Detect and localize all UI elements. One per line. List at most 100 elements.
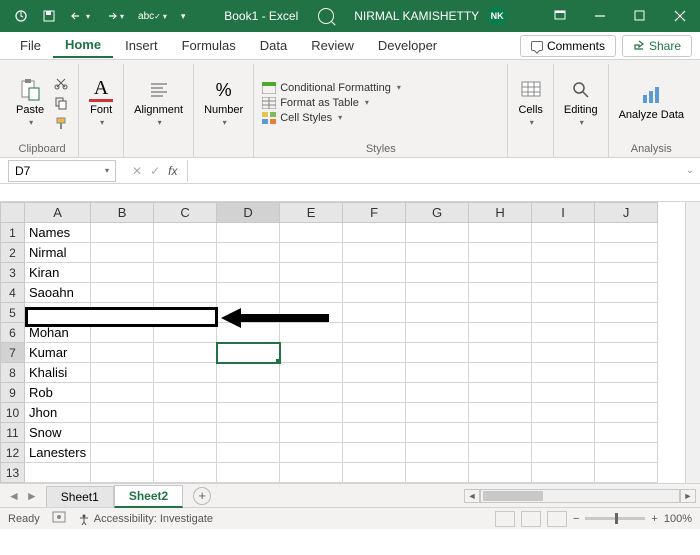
- new-sheet-button[interactable]: +: [193, 487, 211, 505]
- cell-I3[interactable]: [532, 263, 595, 283]
- cell-G7[interactable]: [406, 343, 469, 363]
- maximize-button[interactable]: [620, 0, 660, 32]
- cell-D3[interactable]: [217, 263, 280, 283]
- cell-E1[interactable]: [280, 223, 343, 243]
- cell-A2[interactable]: Nirmal: [25, 243, 91, 263]
- cell-C10[interactable]: [154, 403, 217, 423]
- cell-D9[interactable]: [217, 383, 280, 403]
- cell-J2[interactable]: [595, 243, 658, 263]
- cell-A9[interactable]: Rob: [25, 383, 91, 403]
- spellcheck-button[interactable]: abc✓▾: [132, 7, 173, 26]
- cell-C1[interactable]: [154, 223, 217, 243]
- cell-F5[interactable]: [343, 303, 406, 323]
- cell-D4[interactable]: [217, 283, 280, 303]
- cell-I11[interactable]: [532, 423, 595, 443]
- sheet-tab-sheet1[interactable]: Sheet1: [46, 486, 114, 507]
- cell-H5[interactable]: [469, 303, 532, 323]
- cell-D7[interactable]: [217, 343, 280, 363]
- cell-E2[interactable]: [280, 243, 343, 263]
- undo-button[interactable]: ▾: [64, 7, 96, 25]
- select-all-corner[interactable]: [1, 203, 25, 223]
- cell-C12[interactable]: [154, 443, 217, 463]
- cell-G9[interactable]: [406, 383, 469, 403]
- font-button[interactable]: A Font▾: [87, 76, 115, 129]
- column-header-C[interactable]: C: [154, 203, 217, 223]
- tab-home[interactable]: Home: [53, 33, 113, 58]
- cell-E7[interactable]: [280, 343, 343, 363]
- cell-H11[interactable]: [469, 423, 532, 443]
- cell-F1[interactable]: [343, 223, 406, 243]
- row-header-9[interactable]: 9: [1, 383, 25, 403]
- column-header-I[interactable]: I: [532, 203, 595, 223]
- qat-customize[interactable]: ▾: [175, 7, 192, 26]
- alignment-button[interactable]: Alignment▾: [132, 76, 185, 129]
- search-icon[interactable]: [318, 8, 334, 24]
- cell-F11[interactable]: [343, 423, 406, 443]
- cell-I8[interactable]: [532, 363, 595, 383]
- cell-A13[interactable]: [25, 463, 91, 483]
- cell-B11[interactable]: [91, 423, 154, 443]
- tab-file[interactable]: File: [8, 34, 53, 57]
- cell-I6[interactable]: [532, 323, 595, 343]
- cell-D12[interactable]: [217, 443, 280, 463]
- zoom-in[interactable]: +: [651, 513, 657, 525]
- cell-F7[interactable]: [343, 343, 406, 363]
- cell-F12[interactable]: [343, 443, 406, 463]
- tab-insert[interactable]: Insert: [113, 34, 170, 57]
- cell-E10[interactable]: [280, 403, 343, 423]
- column-header-G[interactable]: G: [406, 203, 469, 223]
- cell-A4[interactable]: Saoahn: [25, 283, 91, 303]
- cancel-formula-icon[interactable]: ✕: [132, 164, 142, 178]
- number-button[interactable]: % Number▾: [202, 76, 245, 129]
- cell-G4[interactable]: [406, 283, 469, 303]
- row-header-11[interactable]: 11: [1, 423, 25, 443]
- cell-G6[interactable]: [406, 323, 469, 343]
- cell-H7[interactable]: [469, 343, 532, 363]
- column-header-H[interactable]: H: [469, 203, 532, 223]
- row-header-10[interactable]: 10: [1, 403, 25, 423]
- cell-F8[interactable]: [343, 363, 406, 383]
- hscroll-left[interactable]: ◄: [464, 489, 480, 503]
- cell-J9[interactable]: [595, 383, 658, 403]
- editing-button[interactable]: Editing▾: [562, 76, 600, 129]
- name-box[interactable]: D7▾: [8, 160, 116, 182]
- cell-I2[interactable]: [532, 243, 595, 263]
- cell-H9[interactable]: [469, 383, 532, 403]
- cell-A11[interactable]: Snow: [25, 423, 91, 443]
- row-header-7[interactable]: 7: [1, 343, 25, 363]
- user-avatar[interactable]: NK: [487, 6, 507, 26]
- cell-H13[interactable]: [469, 463, 532, 483]
- view-normal[interactable]: [495, 511, 515, 527]
- cell-G2[interactable]: [406, 243, 469, 263]
- paste-button[interactable]: Paste▾: [14, 76, 46, 129]
- cell-A1[interactable]: Names: [25, 223, 91, 243]
- view-page-break[interactable]: [547, 511, 567, 527]
- cell-J4[interactable]: [595, 283, 658, 303]
- copy-button[interactable]: [52, 95, 70, 111]
- tab-data[interactable]: Data: [248, 34, 299, 57]
- cell-B5[interactable]: [91, 303, 154, 323]
- share-button[interactable]: Share: [622, 35, 692, 57]
- cell-F4[interactable]: [343, 283, 406, 303]
- cell-J1[interactable]: [595, 223, 658, 243]
- cell-styles-button[interactable]: Cell Styles▾: [262, 112, 401, 124]
- cell-A8[interactable]: Khalisi: [25, 363, 91, 383]
- cell-G10[interactable]: [406, 403, 469, 423]
- comments-button[interactable]: Comments: [520, 35, 616, 57]
- cell-J7[interactable]: [595, 343, 658, 363]
- cell-B4[interactable]: [91, 283, 154, 303]
- row-header-13[interactable]: 13: [1, 463, 25, 483]
- column-header-A[interactable]: A: [25, 203, 91, 223]
- enter-formula-icon[interactable]: ✓: [150, 164, 160, 178]
- cell-F9[interactable]: [343, 383, 406, 403]
- column-header-F[interactable]: F: [343, 203, 406, 223]
- accessibility-status[interactable]: Accessibility: Investigate: [78, 513, 213, 525]
- cell-E3[interactable]: [280, 263, 343, 283]
- zoom-out[interactable]: −: [573, 513, 579, 525]
- cell-H10[interactable]: [469, 403, 532, 423]
- tab-review[interactable]: Review: [299, 34, 366, 57]
- conditional-formatting-button[interactable]: Conditional Formatting▾: [262, 82, 401, 94]
- cell-H3[interactable]: [469, 263, 532, 283]
- cell-I5[interactable]: [532, 303, 595, 323]
- fx-icon[interactable]: fx: [168, 164, 177, 178]
